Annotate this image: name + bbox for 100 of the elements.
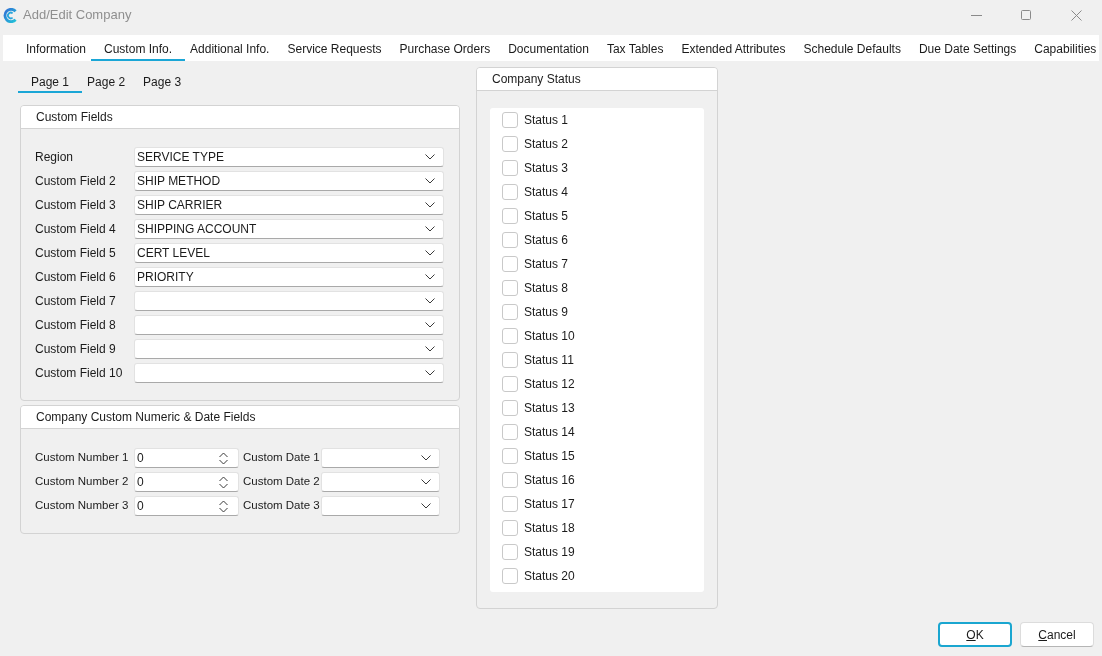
panel-title: Custom Fields [36,109,113,126]
checkbox-label[interactable]: Status 7 [524,255,569,273]
checkbox[interactable] [502,136,518,152]
chevron-down-icon [421,479,431,485]
checkbox[interactable] [502,448,518,464]
tab[interactable]: Purchase Orders [390,35,500,61]
checkbox[interactable] [502,352,518,368]
dropdown-field[interactable] [134,291,444,311]
chevron-down-icon [425,370,435,376]
checkbox-label[interactable]: Status 8 [524,279,569,297]
chevron-down-icon [421,455,431,461]
chevron-down-icon [425,202,435,208]
checkbox[interactable] [502,304,518,320]
field-label: Custom Field 6 [35,269,117,286]
dropdown-field[interactable] [134,315,444,335]
close-icon [1070,9,1082,21]
field-label: Custom Field 5 [35,245,117,262]
field-label: Custom Field 8 [35,317,117,334]
checkbox-label[interactable]: Status 12 [524,375,575,393]
checkbox[interactable] [502,424,518,440]
checkbox[interactable] [502,280,518,296]
checkbox[interactable] [502,472,518,488]
checkbox-label[interactable]: Status 13 [524,399,575,417]
field-label: Custom Field 4 [35,221,117,238]
tab[interactable]: Tax Tables [597,35,673,61]
dropdown-field[interactable]: SERVICE TYPE [134,147,444,167]
dropdown-field[interactable] [321,448,440,468]
chevron-down-icon [425,154,435,160]
dialog-button[interactable]: Cancel [1020,622,1094,647]
checkbox-label[interactable]: Status 9 [524,303,569,321]
chevron-down-icon [425,250,435,256]
dropdown-field[interactable] [134,339,444,359]
checkbox-label[interactable]: Status 14 [524,423,575,441]
window-title: Add/Edit Company [23,6,132,25]
dropdown-field[interactable]: PRIORITY [134,267,444,287]
tab[interactable]: Extended Attributes [672,35,795,61]
dropdown-field[interactable] [134,363,444,383]
checkbox-label[interactable]: Status 5 [524,207,569,225]
checkbox[interactable] [502,160,518,176]
dropdown-field[interactable]: CERT LEVEL [134,243,444,263]
chevron-down-icon [425,226,435,232]
tab[interactable]: Capabilities [1025,35,1102,61]
tab[interactable]: Custom Info. [91,35,186,61]
field-label: Custom Field 7 [35,293,117,310]
up-down-chevron-icon[interactable] [219,499,228,513]
checkbox[interactable] [502,400,518,416]
checkbox[interactable] [502,232,518,248]
checkbox[interactable] [502,544,518,560]
number-field[interactable]: 0 [134,472,239,492]
dropdown-field[interactable]: SHIP CARRIER [134,195,444,215]
chevron-down-icon [425,322,435,328]
number-field[interactable]: 0 [134,448,239,468]
checkbox-label[interactable]: Status 11 [524,351,574,369]
page-tab[interactable]: Page 3 [134,71,191,93]
dialog-button[interactable]: OK [938,622,1012,647]
checkbox-label[interactable]: Status 16 [524,471,575,489]
tab[interactable]: Service Requests [278,35,391,61]
checkbox-label[interactable]: Status 2 [524,135,569,153]
checkbox[interactable] [502,496,518,512]
tab[interactable]: Due Date Settings [909,35,1026,61]
checkbox-label[interactable]: Status 10 [524,327,575,345]
page-tab[interactable]: Page 1 [18,71,83,93]
field-label: Custom Date 1 [242,450,321,466]
checkbox-label[interactable]: Status 1 [524,111,569,129]
field-label: Custom Date 2 [242,474,321,490]
checkbox-label[interactable]: Status 19 [524,543,575,561]
chevron-down-icon [421,503,431,509]
checkbox[interactable] [502,112,518,128]
checkbox-label[interactable]: Status 18 [524,519,575,537]
up-down-chevron-icon[interactable] [219,475,228,489]
dropdown-field[interactable]: SHIP METHOD [134,171,444,191]
minimize-icon [970,14,982,16]
dropdown-field[interactable] [321,496,440,516]
checkbox[interactable] [502,328,518,344]
checkbox-label[interactable]: Status 15 [524,447,575,465]
checkbox-label[interactable]: Status 20 [524,567,575,585]
checkbox[interactable] [502,376,518,392]
tab[interactable]: Schedule Defaults [794,35,910,61]
checkbox-label[interactable]: Status 3 [524,159,569,177]
checkbox[interactable] [502,256,518,272]
tab[interactable]: Documentation [499,35,598,61]
checkbox-label[interactable]: Status 17 [524,495,575,513]
app-logo-icon [3,7,18,23]
checkbox[interactable] [502,568,518,584]
checkbox-label[interactable]: Status 6 [524,231,569,249]
dropdown-field[interactable]: SHIPPING ACCOUNT [134,219,444,239]
field-label: Custom Field 2 [35,173,117,190]
checkbox[interactable] [502,184,518,200]
field-label: Region [35,149,75,166]
chevron-down-icon [425,298,435,304]
field-label: Custom Number 1 [35,450,130,466]
number-field[interactable]: 0 [134,496,239,516]
checkbox-label[interactable]: Status 4 [524,183,569,201]
checkbox[interactable] [502,208,518,224]
checkbox[interactable] [502,520,518,536]
field-label: Custom Number 3 [35,498,130,514]
dropdown-field[interactable] [321,472,440,492]
field-label: Custom Field 3 [35,197,117,214]
up-down-chevron-icon[interactable] [219,451,228,465]
panel-title: Company Status [492,71,581,88]
